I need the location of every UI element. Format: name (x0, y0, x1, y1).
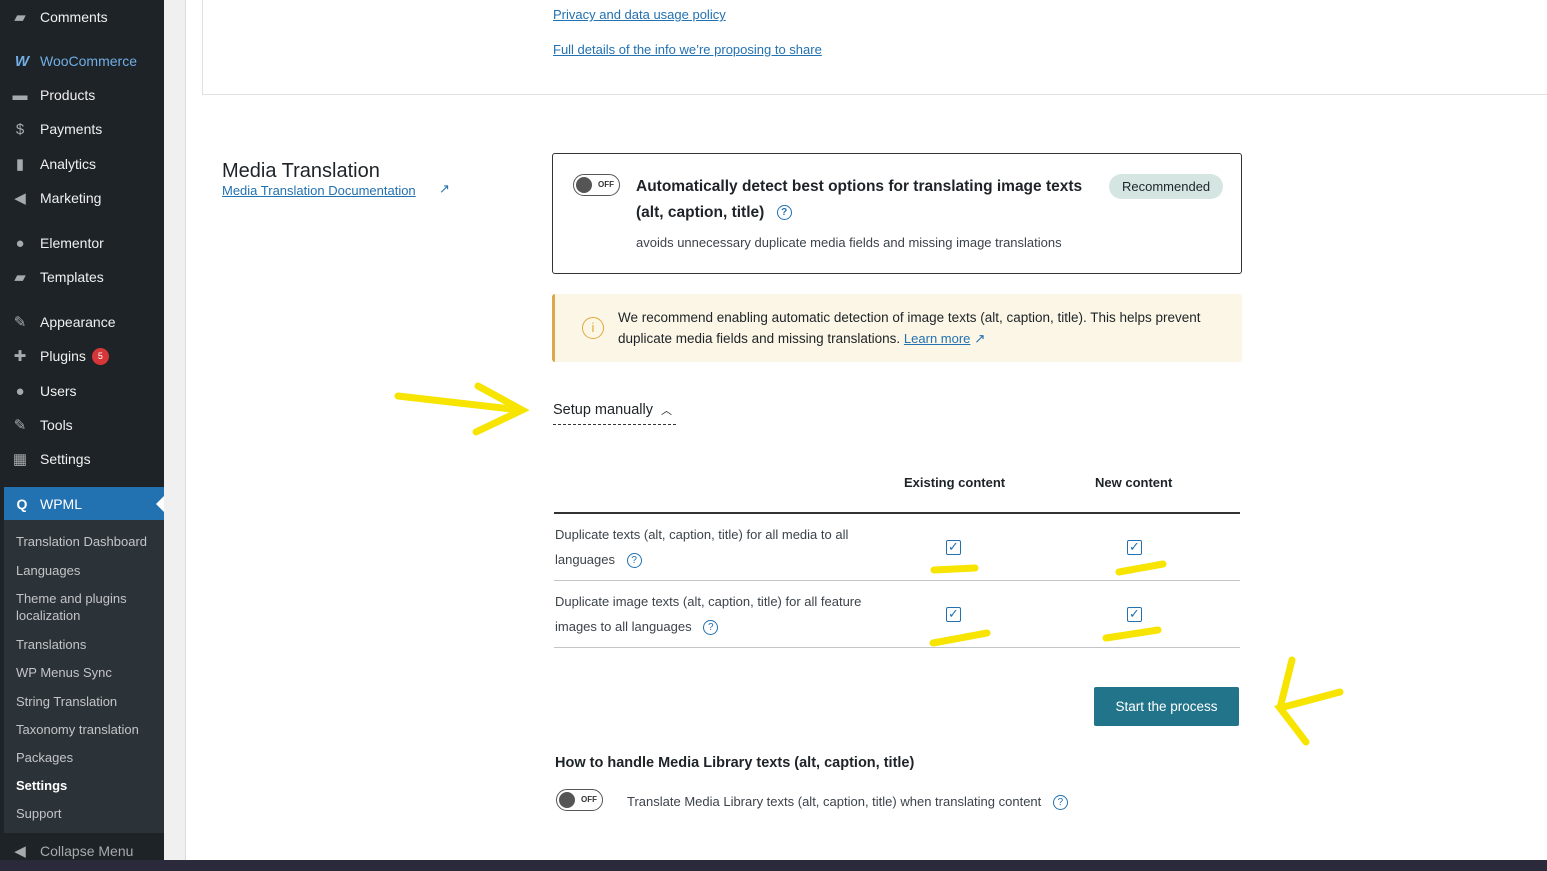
highlight-mark (1102, 626, 1162, 642)
highlight-mark (1115, 560, 1167, 576)
highlight-mark (930, 564, 979, 574)
annotation-marks (394, 382, 1344, 746)
highlight-mark (929, 629, 991, 647)
taskbar-strip (0, 860, 1547, 871)
arrow-annotation (394, 382, 530, 436)
arrow-annotation (1274, 656, 1344, 746)
